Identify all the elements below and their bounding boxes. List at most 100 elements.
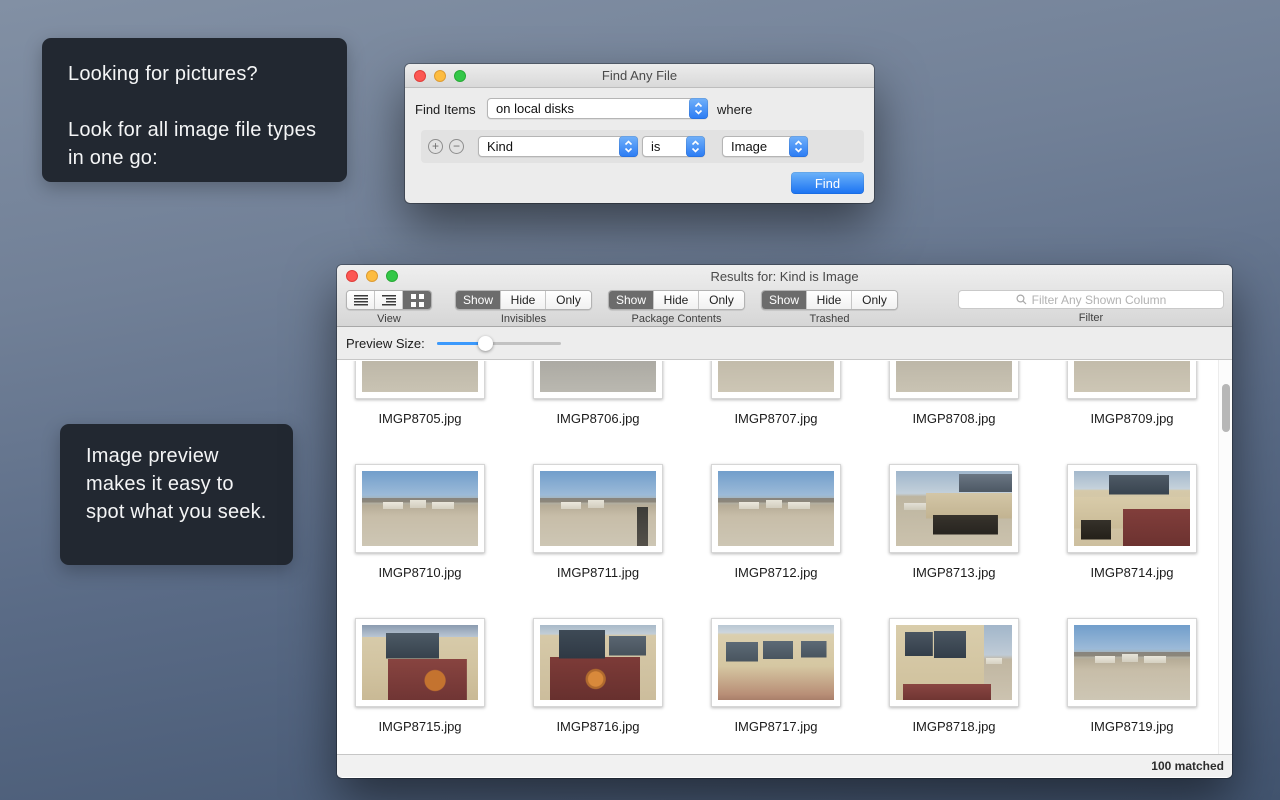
callout-image-preview: Image preview makes it easy to spot what… (60, 424, 293, 565)
slider-knob[interactable] (478, 336, 493, 351)
thumbnail-frame[interactable] (1067, 361, 1197, 399)
segment-only[interactable]: Only (546, 291, 591, 309)
segment-show[interactable]: Show (456, 291, 501, 309)
segment-hide[interactable]: Hide (501, 291, 546, 309)
thumbnail-frame[interactable] (355, 361, 485, 399)
find-window-titlebar[interactable]: Find Any File (405, 64, 874, 88)
thumbnail-image[interactable] (718, 625, 834, 700)
vertical-scrollbar[interactable] (1218, 360, 1232, 754)
zoom-button[interactable] (386, 270, 398, 282)
segment-hide[interactable]: Hide (807, 291, 852, 309)
grid-view-icon (411, 294, 424, 307)
thumbnail-image[interactable] (718, 361, 834, 392)
thumbnail-image[interactable] (896, 361, 1012, 392)
find-button[interactable]: Find (791, 172, 864, 194)
minimize-button[interactable] (434, 70, 446, 82)
file-name[interactable]: IMGP8711.jpg (557, 565, 639, 580)
preview-size-slider[interactable] (437, 336, 561, 351)
results-header: Results for: Kind is Image View ShowHide… (337, 265, 1232, 327)
thumbnail-image[interactable] (718, 471, 834, 546)
callout-looking-for-pictures: Looking for pictures? Look for all image… (42, 38, 347, 182)
thumbnail-frame[interactable] (889, 464, 1019, 553)
thumbnail-frame[interactable] (1067, 464, 1197, 553)
file-name[interactable]: IMGP8709.jpg (1090, 411, 1173, 426)
list-view-segment[interactable] (347, 291, 375, 309)
file-name[interactable]: IMGP8707.jpg (734, 411, 817, 426)
criterion-field-value: Kind (487, 139, 513, 154)
thumbnail-image[interactable] (362, 471, 478, 546)
thumbnail-image[interactable] (1074, 625, 1190, 700)
file-item: IMGP8719.jpg (1067, 618, 1197, 754)
filter-input[interactable]: Filter Any Shown Column (958, 290, 1224, 309)
scope-dropdown[interactable]: on local disks (487, 98, 708, 119)
minimize-button[interactable] (366, 270, 378, 282)
file-name[interactable]: IMGP8715.jpg (378, 719, 461, 734)
preview-size-label: Preview Size: (346, 336, 425, 351)
file-name[interactable]: IMGP8710.jpg (378, 565, 461, 580)
view-segmented-control (346, 290, 432, 310)
segment-show[interactable]: Show (762, 291, 807, 309)
thumbnail-frame[interactable] (889, 618, 1019, 707)
add-criterion-button[interactable]: + (428, 139, 443, 154)
thumbnail-image[interactable] (540, 471, 656, 546)
file-name[interactable]: IMGP8713.jpg (912, 565, 995, 580)
close-button[interactable] (346, 270, 358, 282)
file-name[interactable]: IMGP8719.jpg (1090, 719, 1173, 734)
file-name[interactable]: IMGP8718.jpg (912, 719, 995, 734)
file-name[interactable]: IMGP8712.jpg (734, 565, 817, 580)
file-name[interactable]: IMGP8714.jpg (1090, 565, 1173, 580)
where-label: where (717, 102, 752, 117)
thumbnail-frame[interactable] (355, 464, 485, 553)
segment-only[interactable]: Only (699, 291, 744, 309)
criterion-field-dropdown[interactable]: Kind (478, 136, 638, 157)
package-contents-label: Package Contents (632, 313, 722, 325)
file-name[interactable]: IMGP8716.jpg (556, 719, 639, 734)
thumbnail-frame[interactable] (889, 361, 1019, 399)
thumbnail-image[interactable] (896, 625, 1012, 700)
segment-only[interactable]: Only (852, 291, 897, 309)
grid-view-segment[interactable] (403, 291, 431, 309)
search-icon (1016, 294, 1027, 305)
file-item: IMGP8712.jpg (711, 464, 841, 618)
file-name[interactable]: IMGP8706.jpg (556, 411, 639, 426)
zoom-button[interactable] (454, 70, 466, 82)
thumbnail-image[interactable] (1074, 471, 1190, 546)
thumbnail-image[interactable] (896, 471, 1012, 546)
find-window-body: Find Items on local disks where + − Kind… (405, 88, 874, 203)
plus-icon: + (432, 141, 439, 152)
file-item: IMGP8716.jpg (533, 618, 663, 754)
thumbnail-frame[interactable] (533, 361, 663, 399)
thumbnail-image[interactable] (362, 361, 478, 392)
criterion-operator-dropdown[interactable]: is (642, 136, 705, 157)
thumbnail-image[interactable] (362, 625, 478, 700)
thumbnail-frame[interactable] (533, 464, 663, 553)
remove-criterion-button[interactable]: − (449, 139, 464, 154)
thumbnail-frame[interactable] (711, 618, 841, 707)
thumbnail-frame[interactable] (355, 618, 485, 707)
results-titlebar[interactable]: Results for: Kind is Image (337, 265, 1232, 287)
traffic-lights (346, 265, 398, 287)
close-button[interactable] (414, 70, 426, 82)
file-name[interactable]: IMGP8717.jpg (734, 719, 817, 734)
segment-hide[interactable]: Hide (654, 291, 699, 309)
window-title: Results for: Kind is Image (710, 269, 858, 284)
thumbnail-frame[interactable] (1067, 618, 1197, 707)
thumbnail-image[interactable] (540, 625, 656, 700)
thumbnail-image[interactable] (540, 361, 656, 392)
results-grid-clip: IMGP8705.jpg IMGP8706.jpg IMGP8707.jpg IMGP… (337, 361, 1218, 754)
criterion-value-dropdown[interactable]: Image (722, 136, 808, 157)
outline-view-segment[interactable] (375, 291, 403, 309)
thumbnail-frame[interactable] (711, 361, 841, 399)
file-name[interactable]: IMGP8708.jpg (912, 411, 995, 426)
stepper-chevrons-icon (686, 136, 705, 157)
view-toolbar-group: View (346, 290, 432, 325)
thumbnail-frame[interactable] (533, 618, 663, 707)
results-content: IMGP8705.jpg IMGP8706.jpg IMGP8707.jpg IMGP… (337, 360, 1232, 754)
segment-show[interactable]: Show (609, 291, 654, 309)
criterion-value: Image (731, 139, 767, 154)
thumbnail-frame[interactable] (711, 464, 841, 553)
file-item: IMGP8717.jpg (711, 618, 841, 754)
thumbnail-image[interactable] (1074, 361, 1190, 392)
scrollbar-thumb[interactable] (1222, 384, 1230, 432)
file-name[interactable]: IMGP8705.jpg (378, 411, 461, 426)
